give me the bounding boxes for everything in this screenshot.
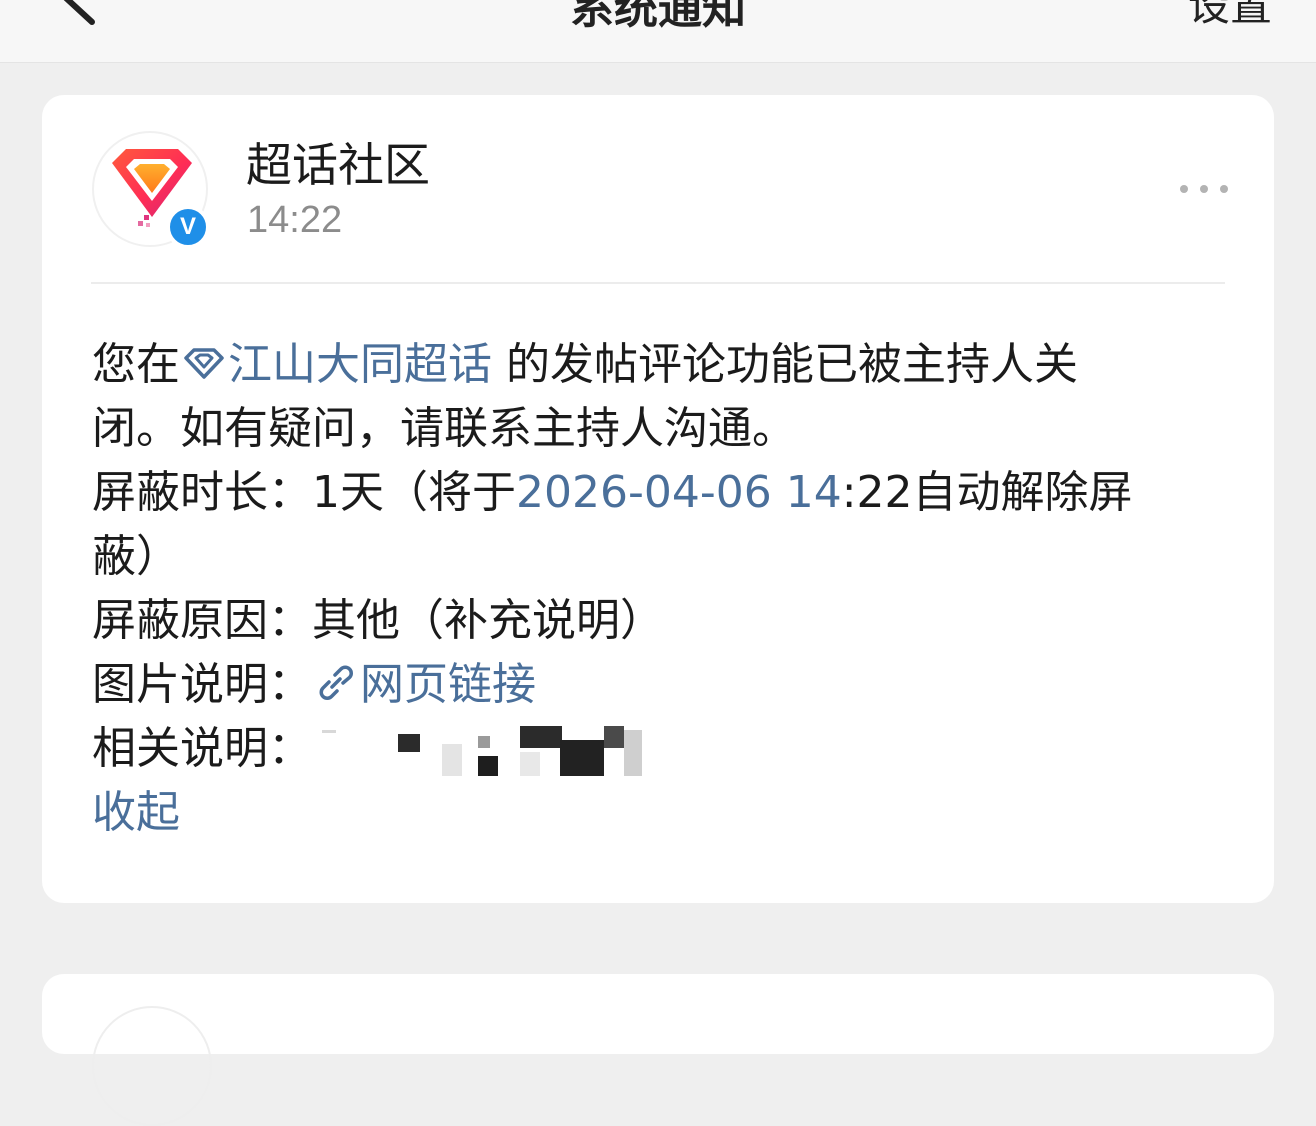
verified-badge: V bbox=[166, 205, 210, 249]
image-description: 图片说明： 网页链接 bbox=[92, 653, 1232, 717]
duration-wrap: 蔽） bbox=[92, 531, 180, 582]
message-prefix: 您在 bbox=[92, 339, 180, 390]
top-navigation-bar: 系统通知 设置 bbox=[0, 0, 1316, 63]
unblock-date-link[interactable]: 2026-04-06 14 bbox=[516, 467, 842, 518]
web-link[interactable]: 网页链接 bbox=[360, 659, 536, 710]
divider bbox=[91, 282, 1225, 284]
related-label: 相关说明： bbox=[92, 723, 312, 774]
redacted-content bbox=[312, 726, 652, 776]
unblock-rest: :22自动解除屏 bbox=[841, 467, 1133, 518]
diamond-icon bbox=[184, 348, 224, 379]
page-title: 系统通知 bbox=[570, 0, 746, 34]
next-notification-card[interactable] bbox=[42, 974, 1274, 1126]
notification-message: 您在 江山大同超话 的发帖评论功能已被主持人关 闭。如有疑问，请联系主持人沟通。 … bbox=[92, 333, 1232, 845]
reason-value: 其他（补充说明） bbox=[312, 595, 664, 646]
collapse-button[interactable]: 收起 bbox=[92, 781, 1232, 845]
block-reason: 屏蔽原因：其他（补充说明） bbox=[92, 589, 1232, 653]
settings-button[interactable]: 设置 bbox=[1188, 0, 1272, 33]
related-description: 相关说明： bbox=[92, 717, 1232, 781]
avatar bbox=[92, 1006, 212, 1126]
message-time: 14:22 bbox=[247, 199, 343, 241]
message-line1-rest: 的发帖评论功能已被主持人关 bbox=[506, 339, 1078, 390]
duration-label: 屏蔽时长： bbox=[92, 467, 312, 518]
reason-label: 屏蔽原因： bbox=[92, 595, 312, 646]
block-duration: 屏蔽时长：1天（将于2026-04-06 14:22自动解除屏 bbox=[92, 461, 1232, 525]
more-dots-icon[interactable] bbox=[1176, 179, 1232, 199]
link-icon bbox=[319, 665, 353, 700]
message-line-2: 闭。如有疑问，请联系主持人沟通。 bbox=[92, 403, 796, 454]
message-line-1: 您在 江山大同超话 的发帖评论功能已被主持人关 bbox=[92, 333, 1232, 397]
notification-card: V 超话社区 14:22 您在 江山大同超话 的发帖评论功能已被主持人关 闭。如有… bbox=[42, 95, 1274, 903]
duration-value: 1天（将于 bbox=[312, 467, 516, 518]
image-label: 图片说明： bbox=[92, 659, 312, 710]
topic-link[interactable]: 江山大同超话 bbox=[228, 339, 492, 390]
sender-name[interactable]: 超话社区 bbox=[246, 135, 430, 195]
